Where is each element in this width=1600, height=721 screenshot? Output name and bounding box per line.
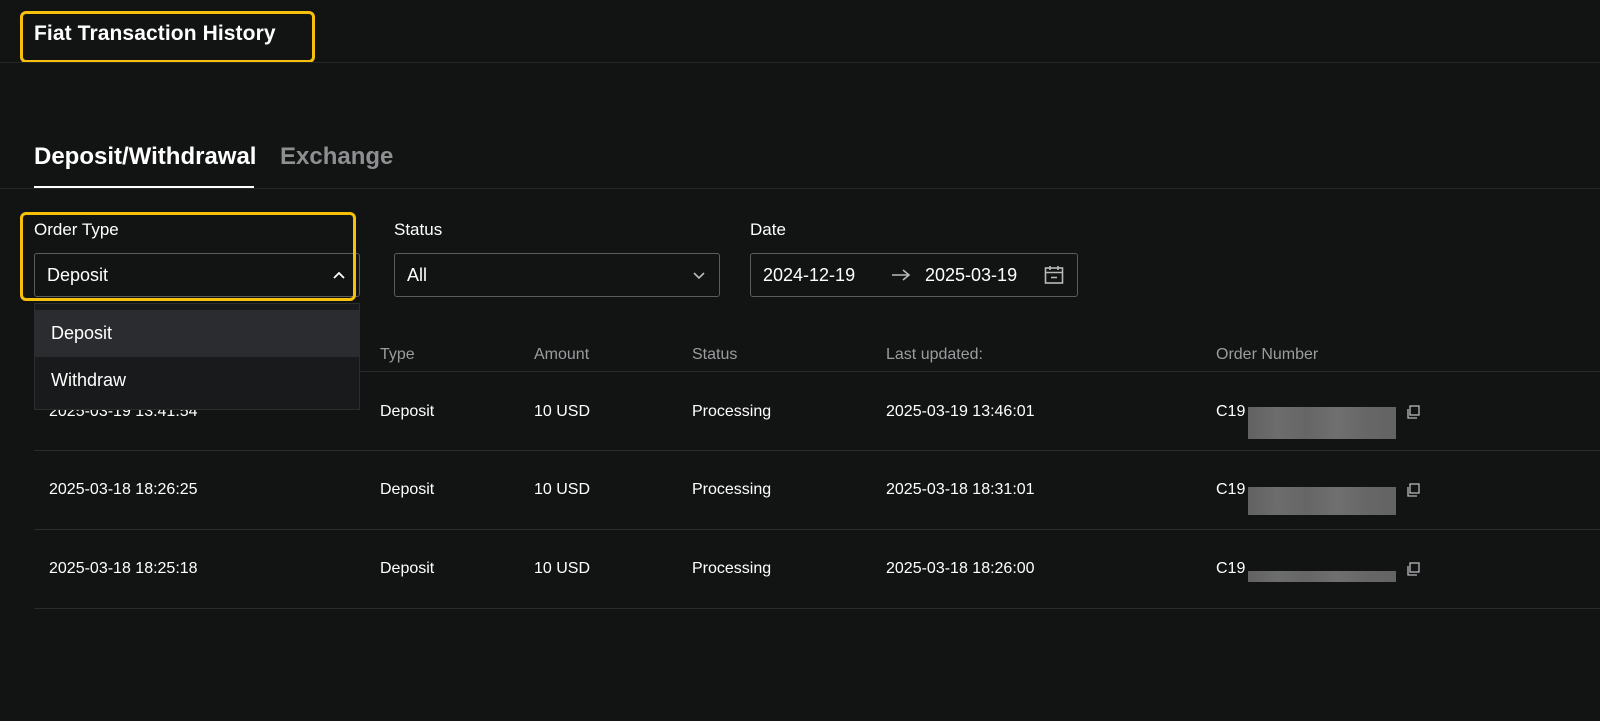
status-label: Status <box>394 220 443 239</box>
tab-exchange[interactable]: Exchange <box>280 143 393 171</box>
date-end[interactable]: 2025-03-19 <box>925 265 1043 286</box>
arrow-right-icon <box>877 267 925 283</box>
row-status: Processing <box>692 481 772 498</box>
copy-icon[interactable] <box>1405 482 1421 498</box>
order-type-dropdown-menu: Deposit Withdraw <box>34 303 360 410</box>
row-status: Processing <box>692 403 772 420</box>
tab-deposit-withdrawal[interactable]: Deposit/Withdrawal <box>34 143 256 171</box>
status-value: All <box>407 264 428 285</box>
chevron-up-icon <box>331 267 347 283</box>
row-created-time: 2025-03-18 18:26:25 <box>49 481 198 498</box>
dropdown-option-withdraw[interactable]: Withdraw <box>35 357 359 404</box>
row-divider <box>34 450 1600 451</box>
column-header-order-number: Order Number <box>1216 346 1319 363</box>
chevron-down-icon <box>691 267 707 283</box>
row-amount: 10 USD <box>534 560 591 577</box>
status-select[interactable]: All <box>394 253 720 297</box>
row-type: Deposit <box>380 403 435 420</box>
row-last-updated: 2025-03-19 13:46:01 <box>886 403 1035 420</box>
row-amount: 10 USD <box>534 481 591 498</box>
copy-icon[interactable] <box>1405 561 1421 577</box>
column-header-amount: Amount <box>534 346 590 363</box>
row-order-number: C19 <box>1216 481 1246 498</box>
date-label: Date <box>750 220 786 239</box>
row-created-time: 2025-03-18 18:25:18 <box>49 560 198 577</box>
row-last-updated: 2025-03-18 18:31:01 <box>886 481 1035 498</box>
column-header-type: Type <box>380 346 415 363</box>
row-divider <box>34 608 1600 609</box>
page-title: Fiat Transaction History <box>34 22 276 45</box>
redacted-order-number <box>1248 407 1396 439</box>
redacted-order-number <box>1248 571 1396 582</box>
date-range-picker[interactable]: 2024-12-19 2025-03-19 <box>750 253 1078 297</box>
tabs-divider <box>0 188 1600 189</box>
row-type: Deposit <box>380 481 435 498</box>
row-status: Processing <box>692 560 772 577</box>
row-amount: 10 USD <box>534 403 591 420</box>
header-divider <box>0 62 1600 63</box>
column-header-last-updated: Last updated: <box>886 346 983 363</box>
order-type-select[interactable]: Deposit <box>34 253 360 297</box>
redacted-order-number <box>1248 487 1396 515</box>
copy-icon[interactable] <box>1405 404 1421 420</box>
row-order-number: C19 <box>1216 560 1246 577</box>
order-type-label: Order Type <box>34 220 119 239</box>
page: Fiat Transaction History Deposit/Withdra… <box>0 0 1600 721</box>
order-type-value: Deposit <box>47 264 109 285</box>
row-divider <box>34 529 1600 530</box>
column-header-status: Status <box>692 346 738 363</box>
row-order-number: C19 <box>1216 403 1246 420</box>
dropdown-option-deposit[interactable]: Deposit <box>35 310 359 357</box>
date-start[interactable]: 2024-12-19 <box>763 265 877 286</box>
row-type: Deposit <box>380 560 435 577</box>
calendar-icon[interactable] <box>1043 264 1065 286</box>
row-last-updated: 2025-03-18 18:26:00 <box>886 560 1035 577</box>
